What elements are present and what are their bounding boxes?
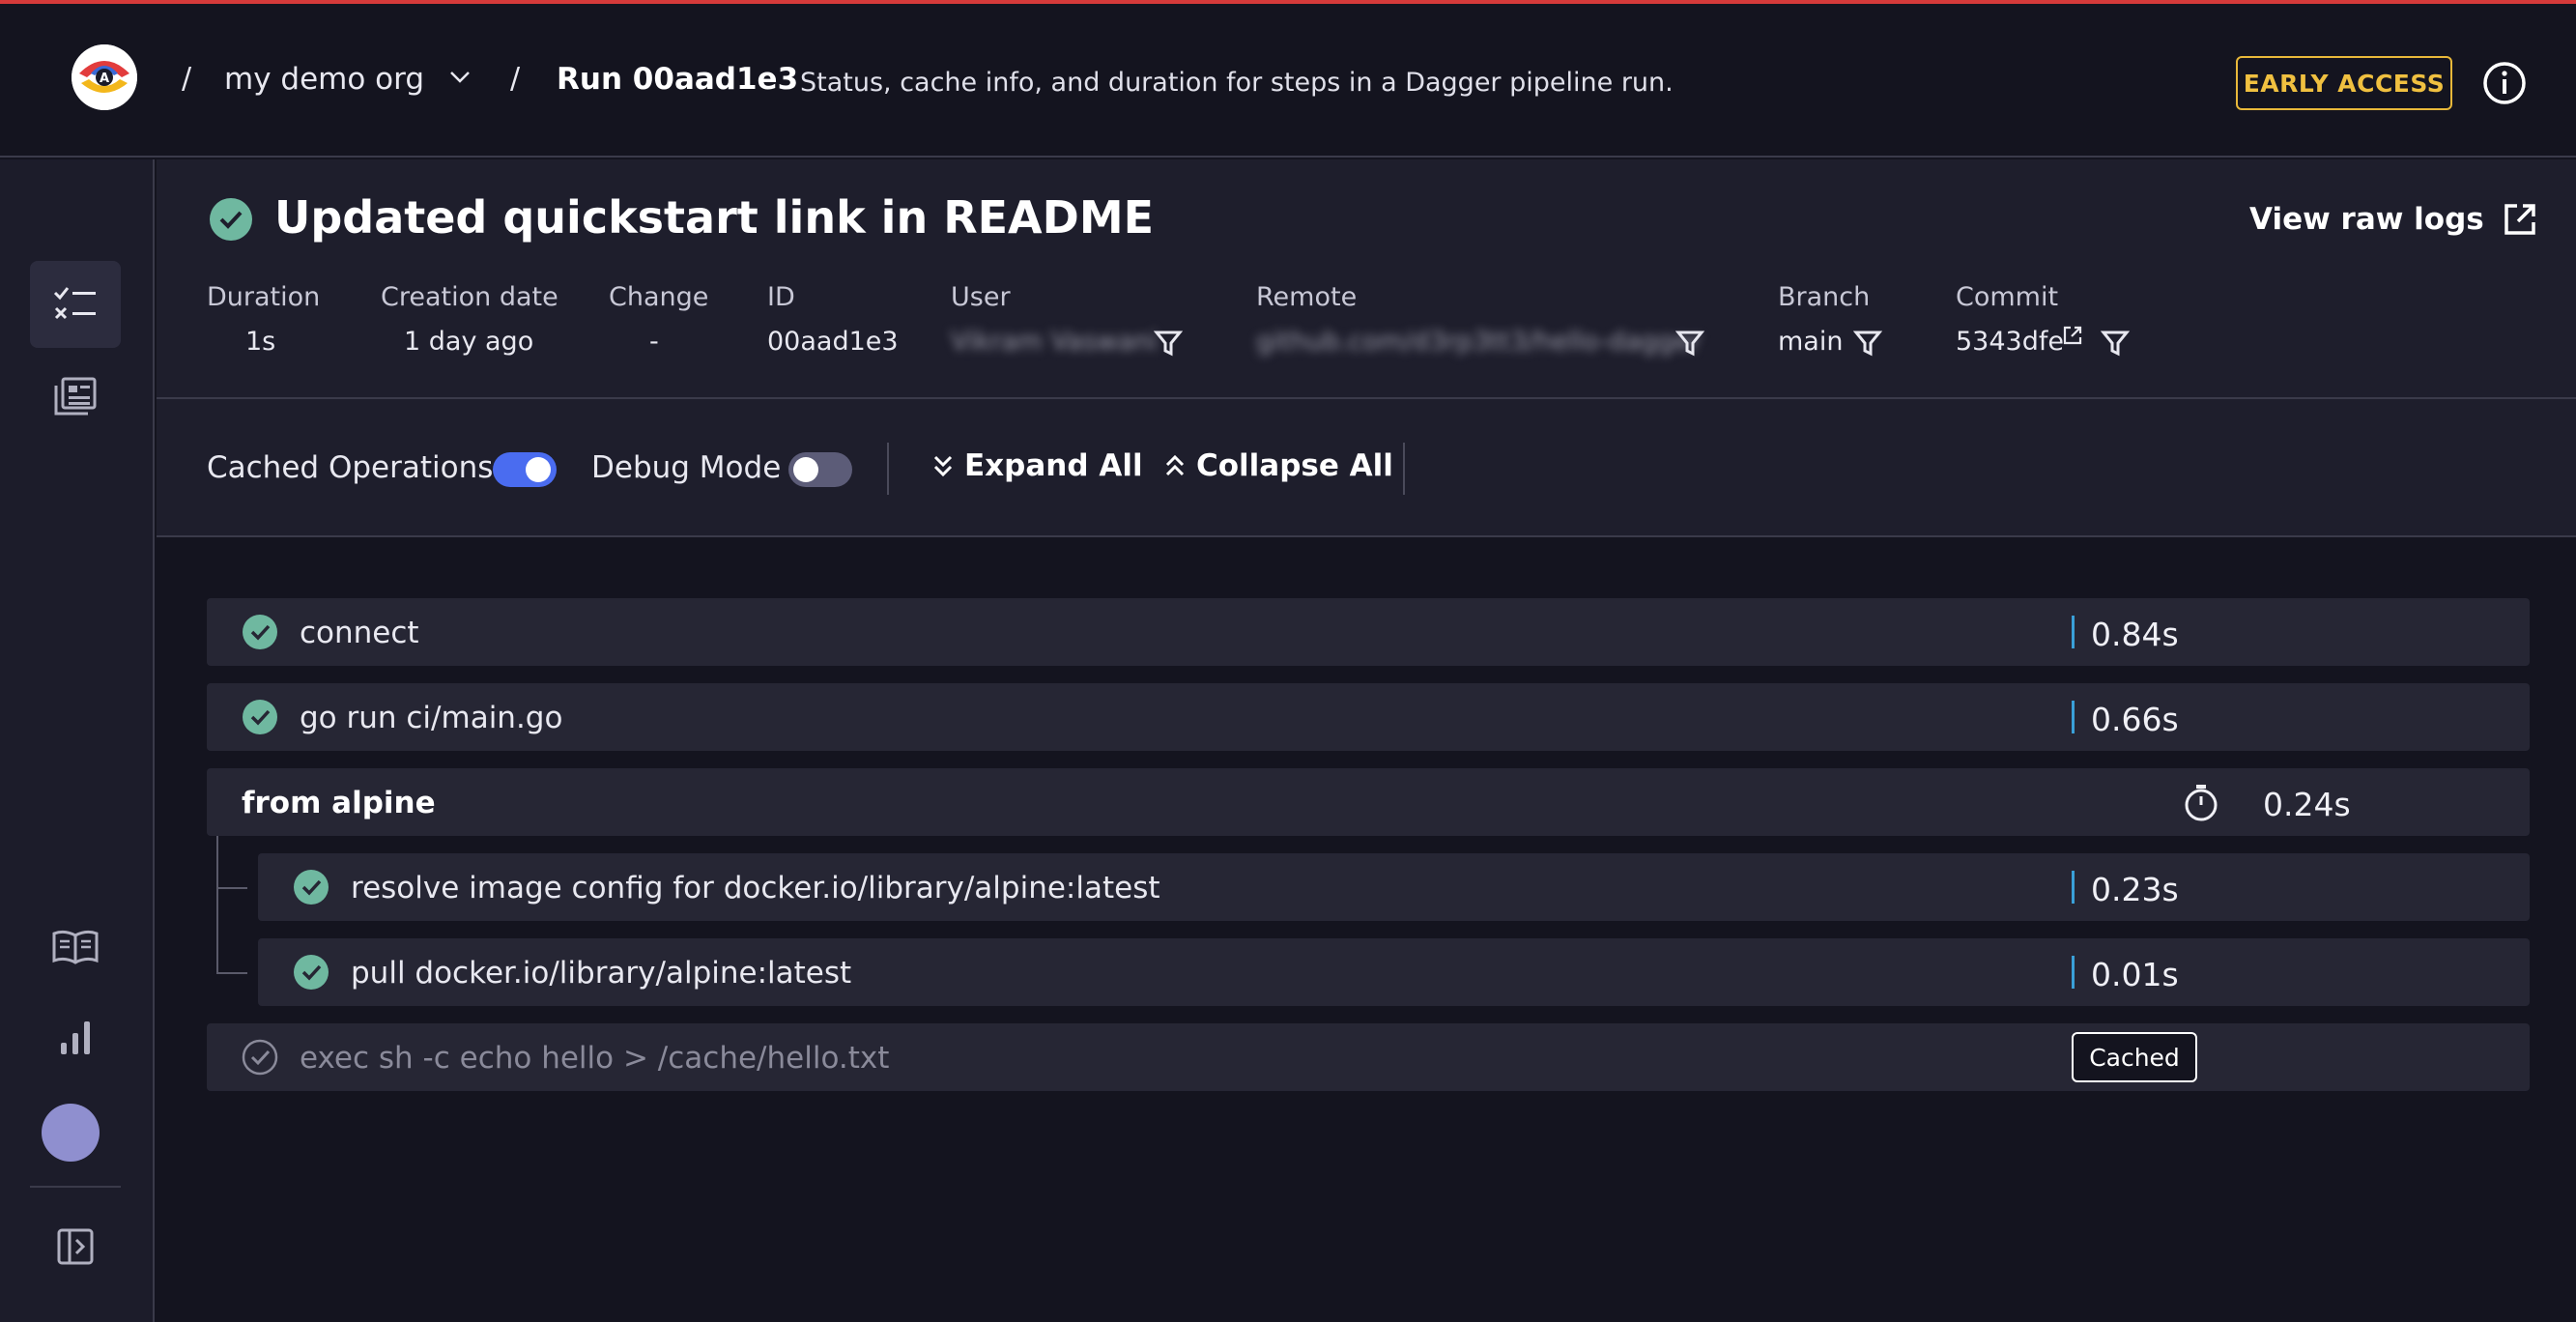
id-value: 00aad1e3 [767, 327, 899, 357]
duration-bar [2072, 871, 2075, 904]
tree-connector [216, 972, 247, 974]
user-value: Vikram Vaswani [951, 327, 1158, 357]
step-group-row[interactable]: from alpine 0.24s [207, 768, 2530, 836]
user-label: User [951, 282, 1011, 312]
change-label: Change [609, 282, 709, 312]
success-check-icon [243, 615, 277, 649]
duration-bar [2072, 701, 2075, 733]
step-duration: 0.66s [2091, 701, 2179, 738]
run-title: Run 00aad1e3 [557, 62, 799, 97]
commit-label: Commit [1956, 282, 2059, 312]
expand-all-label: Expand All [964, 448, 1143, 483]
success-check-icon [294, 870, 329, 905]
cached-check-icon [242, 1039, 278, 1076]
cached-operations-toggle[interactable] [493, 452, 557, 487]
success-check-icon [294, 955, 329, 990]
sidebar-divider [30, 1186, 121, 1188]
cached-badge: Cached [2072, 1032, 2197, 1082]
step-row[interactable]: go run ci/main.go 0.66s [207, 683, 2530, 751]
tree-connector [216, 887, 247, 889]
filter-icon[interactable] [1675, 329, 1704, 358]
breadcrumb-separator: / [510, 62, 521, 96]
expand-all-button[interactable]: Expand All [931, 448, 1143, 483]
step-duration: 0.23s [2091, 871, 2179, 908]
insights-nav-button[interactable] [30, 994, 121, 1081]
info-icon[interactable] [2481, 60, 2528, 106]
logs-nav-button[interactable] [30, 353, 121, 440]
app-header: A / my demo org / Run 00aad1e3 Status, c… [0, 4, 2576, 158]
collapse-all-button[interactable]: Collapse All [1163, 448, 1393, 483]
creation-date-value: 1 day ago [404, 327, 534, 357]
view-raw-logs-label: View raw logs [2249, 202, 2484, 237]
toolbar-divider [887, 443, 889, 495]
book-icon [52, 930, 99, 964]
debug-mode-label: Debug Mode [591, 450, 782, 485]
stopwatch-icon [2185, 785, 2218, 821]
success-check-icon [210, 198, 252, 241]
chevron-down-icon[interactable] [446, 68, 473, 87]
sidebar-toggle-button[interactable] [30, 1203, 121, 1290]
chevrons-up-icon [1165, 454, 1185, 476]
branch-value: main [1778, 327, 1844, 357]
dagger-logo[interactable]: A [72, 44, 137, 110]
svg-text:A: A [100, 72, 109, 86]
duration-bar [2072, 616, 2075, 648]
chevrons-down-icon [933, 455, 953, 477]
early-access-badge[interactable]: EARLY ACCESS [2236, 56, 2452, 110]
creation-date-label: Creation date [381, 282, 558, 312]
external-link-icon [2504, 204, 2535, 235]
change-value: - [649, 327, 659, 357]
tree-connector [216, 836, 218, 973]
checklist-icon [53, 287, 96, 320]
step-name: resolve image config for docker.io/libra… [351, 871, 1160, 905]
duration-value: 1s [245, 327, 276, 357]
remote-label: Remote [1256, 282, 1358, 312]
step-name: go run ci/main.go [300, 701, 563, 735]
step-row[interactable]: pull docker.io/library/alpine:latest 0.0… [258, 938, 2530, 1006]
runs-nav-button[interactable] [30, 261, 121, 348]
filter-icon[interactable] [2101, 329, 2130, 358]
external-link-icon[interactable] [2062, 325, 2083, 346]
branch-label: Branch [1778, 282, 1871, 312]
sidebar [0, 159, 155, 1322]
duration-bar [2072, 956, 2075, 989]
logs-icon [54, 377, 97, 416]
step-duration: 0.24s [2263, 786, 2351, 823]
step-row[interactable]: resolve image config for docker.io/libra… [258, 853, 2530, 921]
step-name: exec sh -c echo hello > /cache/hello.txt [300, 1041, 890, 1076]
remote-value: github.com/d3rp3tt3/hello-dagger [1256, 327, 1702, 357]
filter-icon[interactable] [1853, 329, 1882, 358]
run-description: Status, cache info, and duration for ste… [800, 68, 1674, 98]
step-name: pull docker.io/library/alpine:latest [351, 956, 852, 991]
cached-operations-label: Cached Operations [207, 450, 494, 485]
duration-label: Duration [207, 282, 321, 312]
step-duration: 0.84s [2091, 616, 2179, 653]
step-name: connect [300, 616, 419, 650]
commit-value[interactable]: 5343dfe [1956, 327, 2064, 357]
sidebar-toggle-icon [57, 1228, 94, 1265]
debug-mode-toggle[interactable] [788, 452, 852, 487]
success-check-icon [243, 700, 277, 734]
avatar[interactable] [42, 1104, 100, 1162]
step-row[interactable]: connect 0.84s [207, 598, 2530, 666]
collapse-all-label: Collapse All [1196, 448, 1393, 483]
step-duration: 0.01s [2091, 956, 2179, 993]
toolbar-divider [1403, 443, 1405, 495]
step-group-name: from alpine [242, 786, 436, 820]
chart-icon [61, 1021, 90, 1054]
docs-nav-button[interactable] [30, 904, 121, 991]
org-selector-label[interactable]: my demo org [224, 62, 424, 97]
id-label: ID [767, 282, 795, 312]
filter-icon[interactable] [1154, 329, 1183, 358]
view-raw-logs-link[interactable]: View raw logs [2249, 201, 2538, 238]
breadcrumb-separator: / [182, 62, 192, 96]
run-commit-title: Updated quickstart link in README [274, 191, 1155, 244]
